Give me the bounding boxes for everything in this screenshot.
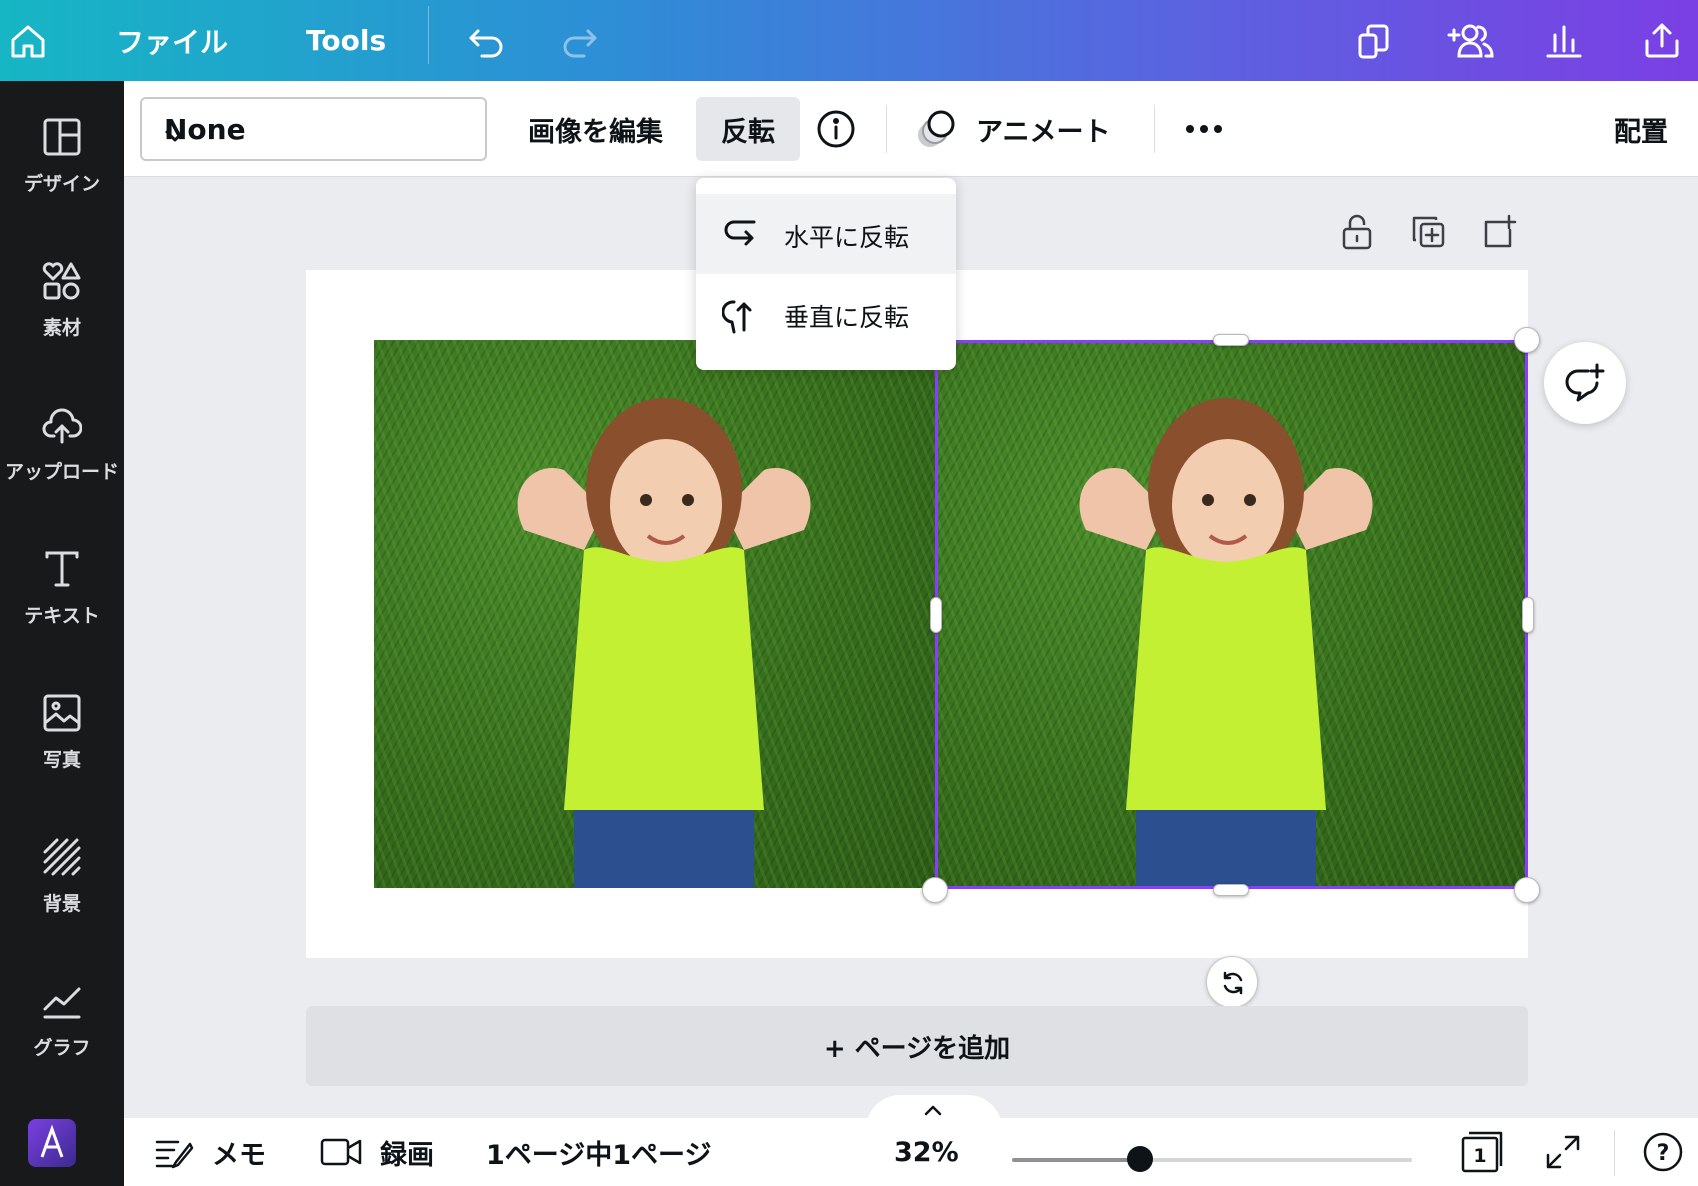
resize-handle-bottom-left[interactable]: [922, 877, 948, 903]
toolbar-divider: [1154, 105, 1155, 153]
context-toolbar: None 画像を編集 反転 アニメート 配置: [124, 81, 1698, 177]
rotate-icon: [1220, 970, 1246, 996]
bottom-bar: メモ 録画 1ページ中1ページ 32% 1 ?: [124, 1118, 1698, 1186]
tools-menu[interactable]: Tools: [306, 0, 386, 81]
flip-horizontal-icon: [722, 216, 762, 252]
sidebar-item-apps[interactable]: [0, 1119, 124, 1186]
animate-icon[interactable]: [914, 81, 958, 177]
zoom-slider[interactable]: [1012, 1146, 1412, 1172]
sidebar-item-label: 背景: [42, 893, 81, 915]
bottombar-divider: [1614, 1130, 1615, 1176]
photo-original[interactable]: [374, 340, 936, 888]
text-icon: [42, 549, 82, 589]
edit-image-button[interactable]: 画像を編集: [528, 81, 663, 177]
record-icon[interactable]: [320, 1118, 362, 1186]
chevron-up-icon: [922, 1103, 944, 1117]
redo-icon[interactable]: [560, 0, 600, 81]
zoom-slider-fill: [1012, 1158, 1140, 1162]
cloud-upload-icon: [42, 405, 82, 445]
page-grid-icon[interactable]: 1: [1460, 1118, 1504, 1186]
top-bar: ファイル Tools: [0, 0, 1698, 81]
topbar-divider: [428, 6, 429, 64]
zoom-level[interactable]: 32%: [894, 1118, 959, 1186]
toolbar-divider: [886, 105, 887, 153]
child-on-grass-image: [517, 398, 811, 888]
sidebar-item-label: テキスト: [24, 605, 100, 627]
animate-button[interactable]: アニメート: [976, 81, 1110, 177]
sidebar: デザイン 素材 アップロード テキスト 写真 背景 グラフ: [0, 81, 124, 1186]
sidebar-item-label: デザイン: [23, 173, 100, 195]
position-button[interactable]: 配置: [1614, 81, 1668, 177]
zoom-slider-knob[interactable]: [1127, 1146, 1153, 1172]
add-comment-button[interactable]: [1544, 342, 1626, 424]
sidebar-item-elements[interactable]: 素材: [0, 261, 124, 381]
record-button[interactable]: 録画: [380, 1118, 434, 1186]
resize-handle-top-right[interactable]: [1514, 327, 1540, 353]
comment-add-icon: [1564, 362, 1606, 404]
flip-vertical-item[interactable]: 垂直に反転: [696, 274, 956, 354]
copy-design-icon[interactable]: [1354, 0, 1394, 81]
sidebar-item-text[interactable]: テキスト: [0, 549, 124, 669]
undo-icon[interactable]: [466, 0, 506, 81]
sidebar-item-label: グラフ: [33, 1037, 91, 1059]
elements-icon: [42, 261, 82, 301]
background-icon: [42, 837, 82, 877]
home-icon[interactable]: [8, 0, 48, 81]
resize-handle-left[interactable]: [930, 597, 942, 633]
rotate-handle[interactable]: [1206, 956, 1258, 1008]
notes-icon[interactable]: [154, 1118, 194, 1186]
sidebar-item-label: アップロード: [4, 461, 119, 483]
flip-button[interactable]: 反転: [696, 97, 800, 161]
sidebar-item-photos[interactable]: 写真: [0, 693, 124, 813]
flip-vertical-icon: [722, 296, 762, 336]
file-menu[interactable]: ファイル: [116, 0, 228, 81]
duplicate-page-icon[interactable]: [1410, 214, 1446, 250]
chart-icon: [42, 981, 82, 1021]
child-on-grass-image: [1079, 398, 1373, 888]
upload-share-icon[interactable]: [1642, 0, 1682, 81]
info-icon[interactable]: [816, 81, 856, 177]
filter-dropdown[interactable]: None: [140, 97, 487, 161]
flip-menu: 水平に反転 垂直に反転: [696, 178, 956, 370]
page-count: 1: [1473, 1145, 1486, 1167]
add-page-icon[interactable]: [1482, 214, 1518, 250]
more-options-icon[interactable]: [1184, 81, 1224, 177]
sidebar-item-background[interactable]: 背景: [0, 837, 124, 957]
layout-icon: [42, 117, 82, 157]
sidebar-item-upload[interactable]: アップロード: [0, 405, 124, 525]
app-icon: [28, 1119, 76, 1167]
chevron-down-icon: [164, 121, 467, 154]
help-button[interactable]: ?: [1642, 1118, 1684, 1186]
sidebar-item-charts[interactable]: グラフ: [0, 981, 124, 1101]
sidebar-item-label: 写真: [42, 749, 81, 771]
lock-icon[interactable]: [1340, 214, 1374, 250]
share-people-icon[interactable]: [1446, 0, 1496, 81]
add-page-button[interactable]: + ページを追加: [306, 1006, 1528, 1086]
sidebar-item-design[interactable]: デザイン: [0, 117, 124, 237]
page-indicator: 1ページ中1ページ: [486, 1139, 712, 1171]
notes-button[interactable]: メモ: [212, 1118, 266, 1186]
resize-handle-bottom[interactable]: [1213, 884, 1249, 896]
photo-icon: [42, 693, 82, 733]
resize-handle-bottom-right[interactable]: [1514, 877, 1540, 903]
resize-handle-right[interactable]: [1522, 597, 1534, 633]
insights-icon[interactable]: [1544, 0, 1584, 81]
help-icon: ?: [1657, 1141, 1670, 1166]
resize-handle-top[interactable]: [1213, 334, 1249, 346]
fullscreen-icon[interactable]: [1544, 1118, 1582, 1186]
photo-flipped[interactable]: [936, 340, 1527, 888]
flip-horizontal-item[interactable]: 水平に反転: [696, 194, 956, 274]
sidebar-item-label: 素材: [42, 317, 81, 339]
